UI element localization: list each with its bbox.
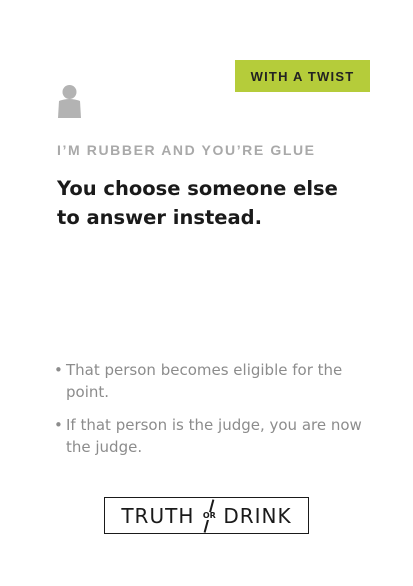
truth-or-drink-logo: TRUTH OR DRINK (104, 497, 309, 534)
bullet: • (54, 361, 63, 379)
rule-item: • If that person is the judge, you are n… (54, 414, 364, 458)
bullet: • (54, 416, 63, 434)
rule-text: That person becomes eligible for the poi… (66, 361, 343, 401)
logo-word-truth: TRUTH (121, 503, 195, 528)
logo-word-or: OR (201, 510, 217, 520)
rules-list: • That person becomes eligible for the p… (54, 359, 364, 469)
card-subtitle: I’M RUBBER AND YOU’RE GLUE (57, 142, 316, 158)
rule-text: If that person is the judge, you are now… (66, 416, 362, 456)
person-icon (58, 85, 81, 118)
card-title: You choose someone else to answer instea… (57, 177, 338, 229)
logo-word-drink: DRINK (223, 503, 292, 528)
rule-item: • That person becomes eligible for the p… (54, 359, 364, 403)
with-a-twist-badge: WITH A TWIST (235, 60, 370, 92)
logo-or-mark: OR (200, 498, 218, 533)
